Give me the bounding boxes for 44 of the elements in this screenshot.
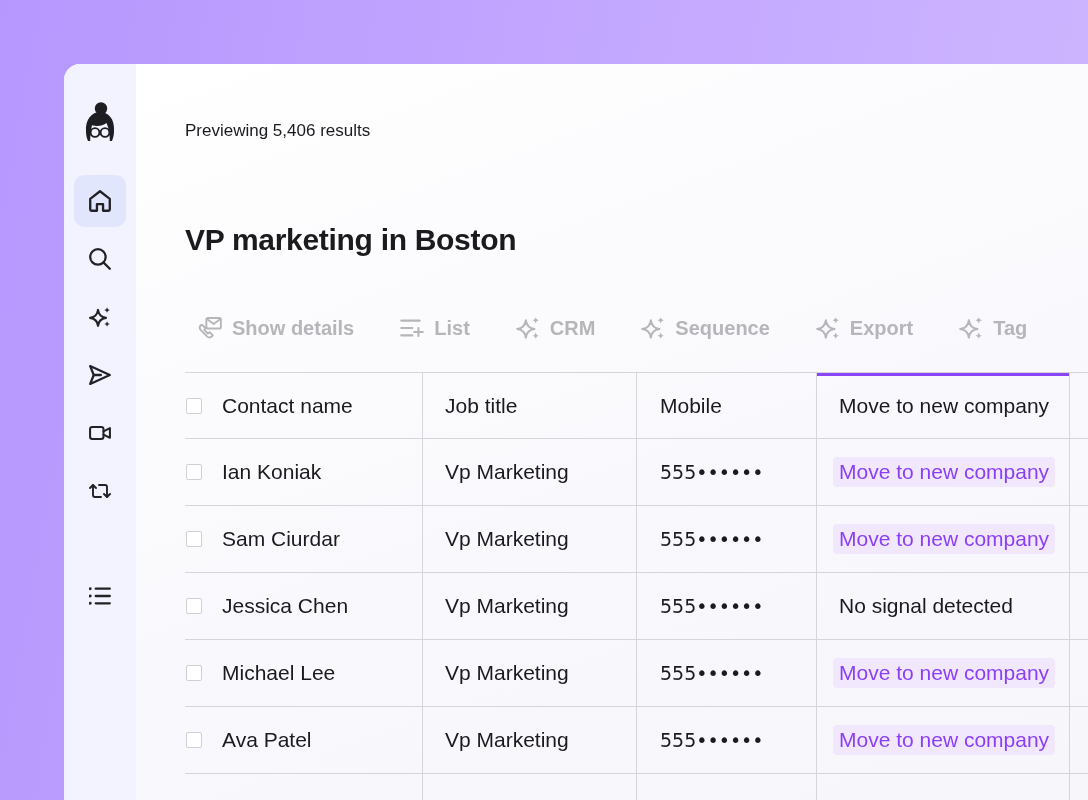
table-cell: 555•••••• bbox=[637, 640, 817, 707]
sparkle-icon bbox=[515, 316, 540, 340]
list-icon bbox=[89, 585, 111, 607]
results-summary: Previewing 5,406 results bbox=[185, 120, 371, 142]
sparkle-icon bbox=[959, 316, 984, 340]
row-checkbox[interactable] bbox=[186, 665, 202, 681]
row-checkbox[interactable] bbox=[186, 531, 202, 547]
column-header[interactable]: Job title bbox=[423, 373, 637, 439]
table-cell: Vp Marketing bbox=[423, 506, 637, 573]
table-cell: Michael Lee bbox=[222, 640, 423, 707]
table-cell: Vp Marketing bbox=[423, 573, 637, 640]
home-icon bbox=[89, 190, 111, 212]
table-cell: Jessica Chen bbox=[222, 573, 423, 640]
signal-text: No signal detected bbox=[839, 594, 1013, 618]
select-all-checkbox[interactable] bbox=[186, 397, 202, 414]
table-cell: Vp Marketing bbox=[423, 707, 637, 774]
signal-tag: Move to new company bbox=[833, 658, 1056, 688]
page-title: VP marketing in Boston bbox=[185, 222, 517, 258]
sparkle-icon bbox=[641, 316, 666, 340]
table-cell: 555•••••• bbox=[637, 573, 817, 640]
sidebar-nav-button[interactable] bbox=[74, 175, 126, 227]
table-cell: 555•••••• bbox=[637, 439, 817, 506]
signal-tag: Move to new company bbox=[833, 725, 1056, 755]
column-header[interactable]: Contact name bbox=[222, 373, 423, 439]
row-checkbox[interactable] bbox=[186, 598, 202, 614]
column-header[interactable]: Move to new company bbox=[817, 373, 1070, 439]
table-cell: 555•••••• bbox=[637, 506, 817, 573]
table-cell: Ian Koniak bbox=[222, 439, 423, 506]
table-cell: Vp Marketing bbox=[423, 640, 637, 707]
table-cell: 555•••••• bbox=[637, 707, 817, 774]
signal-tag: Move to new company bbox=[833, 524, 1056, 554]
sparkle-icon bbox=[89, 306, 111, 328]
logo-icon bbox=[85, 102, 115, 142]
table-cell: Sam Ciurdar bbox=[222, 506, 423, 573]
row-checkbox[interactable] bbox=[186, 732, 202, 748]
search-icon bbox=[89, 248, 111, 270]
row-checkbox[interactable] bbox=[186, 464, 202, 480]
column-header[interactable]: Mobile bbox=[637, 373, 817, 439]
send-icon bbox=[89, 364, 111, 386]
sparkle-icon bbox=[815, 316, 840, 340]
table-cell: Vp Marketing bbox=[423, 439, 637, 506]
phone-envelope-icon bbox=[198, 316, 222, 340]
table-cell: Ava Patel bbox=[222, 707, 423, 774]
signal-tag: Move to new company bbox=[833, 457, 1056, 487]
